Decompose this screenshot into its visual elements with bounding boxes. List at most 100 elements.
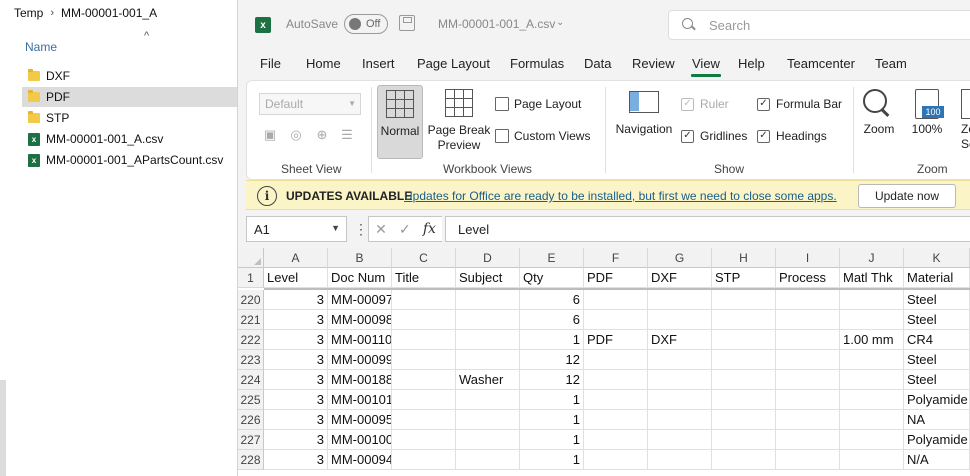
view-options-icon[interactable]: ☰ — [339, 128, 355, 142]
row-header[interactable]: 226 — [238, 410, 264, 430]
header-cell-level[interactable]: Level — [264, 268, 328, 288]
table-cell[interactable]: Polyamide — [904, 390, 970, 410]
header-cell-doc-num[interactable]: Doc Num — [328, 268, 392, 288]
folder-item-dxf[interactable]: DXF — [22, 66, 237, 86]
table-cell[interactable] — [776, 350, 840, 370]
column-header-b[interactable]: B — [328, 248, 392, 268]
column-header-a[interactable]: A — [264, 248, 328, 268]
new-view-icon[interactable]: ⊕ — [314, 128, 330, 142]
table-cell[interactable] — [776, 330, 840, 350]
table-cell[interactable] — [584, 390, 648, 410]
navigation-icon[interactable] — [629, 91, 659, 113]
table-cell[interactable] — [712, 410, 776, 430]
table-cell[interactable] — [712, 350, 776, 370]
row-header[interactable]: 223 — [238, 350, 264, 370]
table-cell[interactable]: 3 — [264, 410, 328, 430]
table-cell[interactable]: 12 — [520, 370, 584, 390]
column-header-i[interactable]: I — [776, 248, 840, 268]
table-cell[interactable] — [776, 410, 840, 430]
chevron-down-icon[interactable]: ⌄ — [556, 17, 564, 28]
table-cell[interactable] — [584, 430, 648, 450]
row-header[interactable]: 227 — [238, 430, 264, 450]
tab-view[interactable]: View — [691, 56, 721, 77]
table-cell[interactable] — [392, 290, 456, 310]
table-cell[interactable] — [648, 450, 712, 470]
table-cell[interactable] — [776, 370, 840, 390]
table-cell[interactable]: PDF — [584, 330, 648, 350]
chevron-down-icon[interactable]: ▼ — [331, 223, 340, 233]
table-cell[interactable] — [840, 430, 904, 450]
table-cell[interactable] — [648, 390, 712, 410]
table-cell[interactable] — [392, 410, 456, 430]
formula-input[interactable]: Level — [445, 216, 970, 242]
formula-bar-checkbox[interactable]: ✓ Formula Bar — [757, 95, 842, 113]
table-cell[interactable] — [456, 450, 520, 470]
table-cell[interactable]: Steel — [904, 310, 970, 330]
header-cell-material[interactable]: Material — [904, 268, 970, 288]
explorer-scrollbar[interactable] — [0, 380, 6, 476]
table-cell[interactable]: 3 — [264, 290, 328, 310]
header-cell-qty[interactable]: Qty — [520, 268, 584, 288]
keep-view-icon[interactable]: ▣ — [262, 128, 278, 142]
table-cell[interactable] — [584, 310, 648, 330]
select-all-button[interactable] — [238, 248, 264, 268]
table-cell[interactable] — [648, 430, 712, 450]
tab-formulas[interactable]: Formulas — [510, 56, 564, 71]
tab-team[interactable]: Team — [875, 56, 907, 71]
table-cell[interactable]: MM-00095-002 — [328, 410, 392, 430]
header-cell-title[interactable]: Title — [392, 268, 456, 288]
tab-file[interactable]: File — [260, 56, 281, 71]
gridlines-checkbox[interactable]: ✓ Gridlines — [681, 127, 747, 145]
table-cell[interactable] — [776, 430, 840, 450]
row-header[interactable]: 225 — [238, 390, 264, 410]
zoom-label[interactable]: Zoom — [857, 122, 901, 137]
save-icon[interactable] — [399, 15, 415, 31]
table-cell[interactable] — [456, 410, 520, 430]
worksheet-grid[interactable]: A B C D E F G H I J K 1 Level Doc Num Ti… — [238, 248, 970, 476]
table-cell[interactable] — [584, 450, 648, 470]
table-cell[interactable]: 3 — [264, 430, 328, 450]
table-cell[interactable]: MM-00094-002 — [328, 450, 392, 470]
table-cell[interactable] — [456, 430, 520, 450]
table-cell[interactable] — [712, 430, 776, 450]
table-cell[interactable]: 1 — [520, 390, 584, 410]
column-header-j[interactable]: J — [840, 248, 904, 268]
ruler-checkbox[interactable]: ✓ Ruler — [681, 95, 729, 113]
row-header[interactable]: 222 — [238, 330, 264, 350]
folder-item-pdf[interactable]: PDF — [22, 87, 237, 107]
table-cell[interactable] — [840, 350, 904, 370]
table-cell[interactable]: MM-00097-002 — [328, 290, 392, 310]
header-cell-dxf[interactable]: DXF — [648, 268, 712, 288]
table-cell[interactable] — [776, 390, 840, 410]
table-cell[interactable] — [456, 350, 520, 370]
table-cell[interactable]: 3 — [264, 450, 328, 470]
table-cell[interactable] — [392, 330, 456, 350]
table-cell[interactable]: MM-00188-002 — [328, 370, 392, 390]
row-header[interactable]: 224 — [238, 370, 264, 390]
table-cell[interactable] — [712, 310, 776, 330]
table-cell[interactable]: 3 — [264, 330, 328, 350]
table-cell[interactable] — [776, 290, 840, 310]
table-cell[interactable]: 6 — [520, 310, 584, 330]
column-header-h[interactable]: H — [712, 248, 776, 268]
table-cell[interactable] — [840, 290, 904, 310]
table-cell[interactable]: MM-00110-003 — [328, 330, 392, 350]
row-header[interactable]: 228 — [238, 450, 264, 470]
table-cell[interactable] — [840, 390, 904, 410]
cancel-icon[interactable]: ✕ — [375, 221, 387, 238]
column-header-g[interactable]: G — [648, 248, 712, 268]
table-cell[interactable] — [648, 370, 712, 390]
table-cell[interactable]: Steel — [904, 350, 970, 370]
folder-item-stp[interactable]: STP — [22, 108, 237, 128]
breadcrumb-item-folder[interactable]: MM-00001-001_A — [61, 6, 157, 20]
row-header[interactable]: 220 — [238, 290, 264, 310]
table-cell[interactable]: DXF — [648, 330, 712, 350]
header-cell-process[interactable]: Process — [776, 268, 840, 288]
table-cell[interactable] — [840, 370, 904, 390]
table-cell[interactable] — [712, 330, 776, 350]
table-cell[interactable]: 1.00 mm — [840, 330, 904, 350]
table-cell[interactable]: NA — [904, 410, 970, 430]
custom-views-button[interactable]: Custom Views — [495, 127, 590, 145]
table-cell[interactable]: 1 — [520, 330, 584, 350]
table-cell[interactable] — [456, 330, 520, 350]
